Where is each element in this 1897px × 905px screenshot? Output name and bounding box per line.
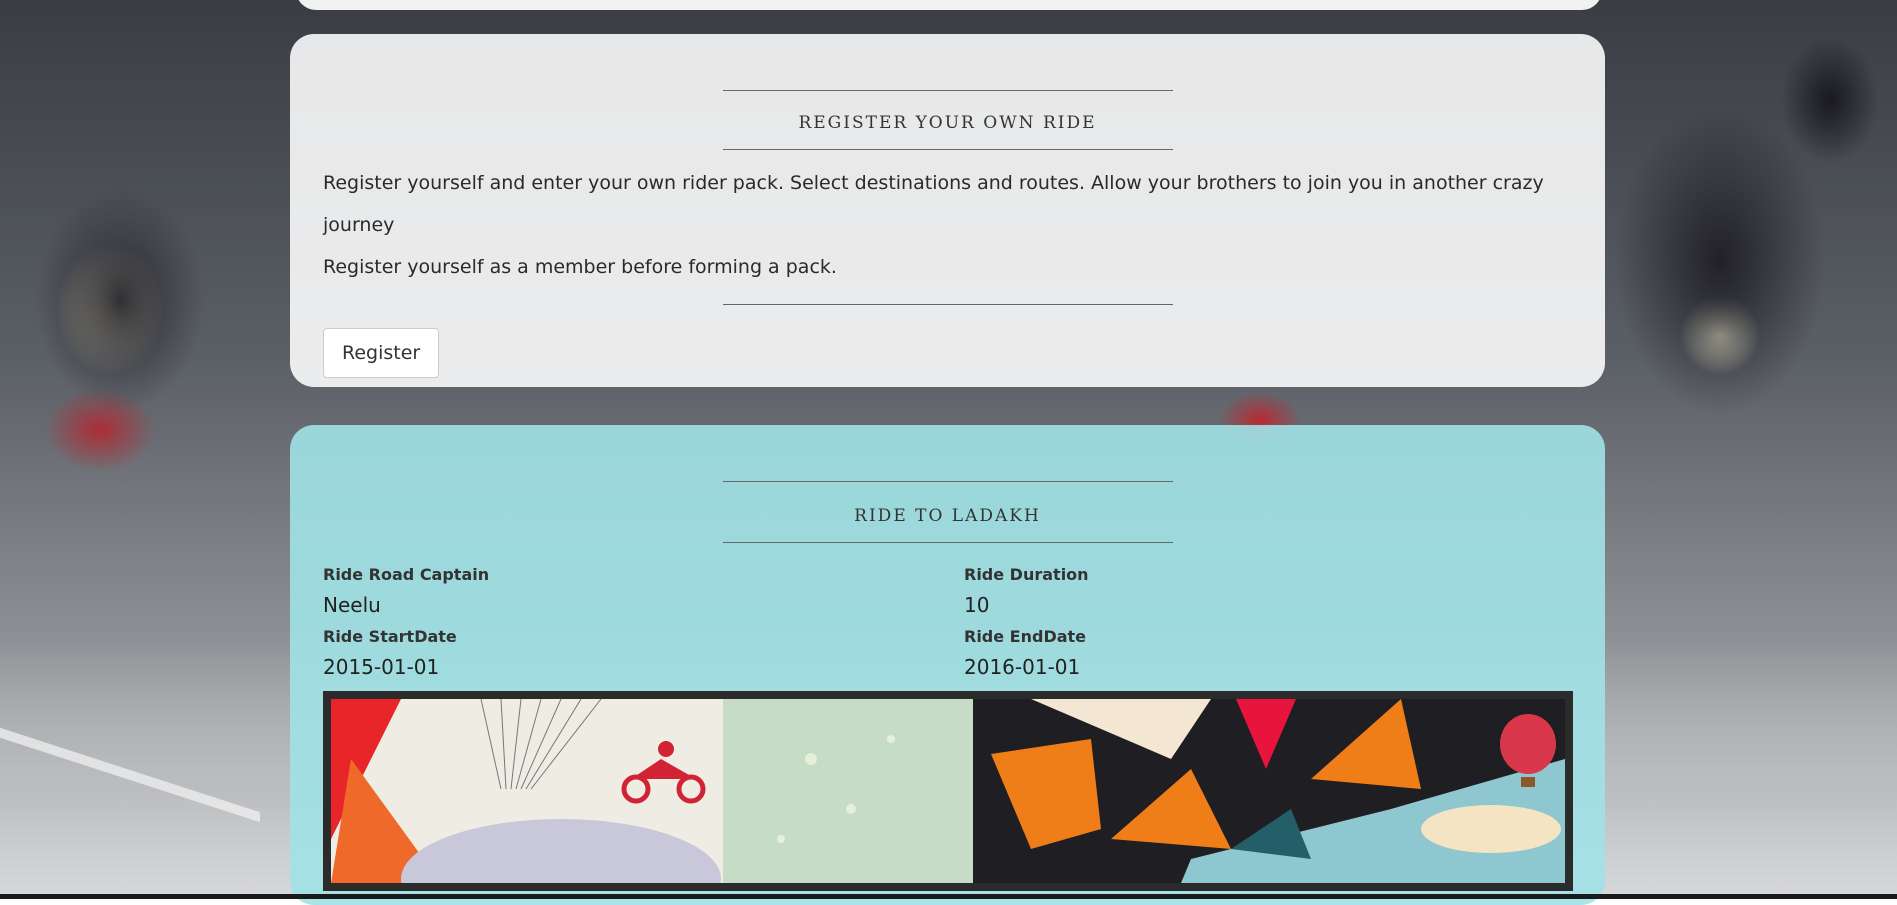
previous-card-edge xyxy=(296,0,1602,10)
duration-value: 10 xyxy=(964,593,990,617)
divider xyxy=(722,304,1173,305)
register-card: Register your own ride Register yourself… xyxy=(290,34,1605,387)
road-captain-value: Neelu xyxy=(323,593,381,617)
register-description-line: Register yourself and enter your own rid… xyxy=(323,172,1544,236)
end-date-value: 2016-01-01 xyxy=(964,655,1081,679)
divider xyxy=(722,542,1173,543)
start-date-label: Ride StartDate xyxy=(323,627,457,646)
register-button[interactable]: Register xyxy=(323,328,440,378)
divider xyxy=(722,481,1173,482)
ride-details: Ride Road Captain Neelu Ride Duration 10… xyxy=(323,565,1572,683)
ride-title: Ride to Ladakh xyxy=(854,506,1041,526)
divider xyxy=(722,90,1173,91)
duration-label: Ride Duration xyxy=(964,565,1089,584)
register-description: Register yourself and enter your own rid… xyxy=(323,162,1572,288)
poster-artwork xyxy=(331,699,1565,883)
duration-field: Ride Duration 10 xyxy=(964,565,1564,621)
register-title: Register your own ride xyxy=(798,113,1097,133)
end-date-field: Ride EndDate 2016-01-01 xyxy=(964,627,1564,683)
end-date-label: Ride EndDate xyxy=(964,627,1087,646)
divider xyxy=(722,149,1173,150)
start-date-value: 2015-01-01 xyxy=(323,655,440,679)
road-captain-label: Ride Road Captain xyxy=(323,565,490,584)
road-captain-field: Ride Road Captain Neelu xyxy=(323,565,964,621)
start-date-field: Ride StartDate 2015-01-01 xyxy=(323,627,964,683)
ride-poster-image xyxy=(323,691,1573,891)
bottom-bar xyxy=(0,894,1897,899)
ride-card: Ride to Ladakh Ride Road Captain Neelu R… xyxy=(290,425,1605,905)
register-description-line: Register yourself as a member before for… xyxy=(323,256,837,278)
